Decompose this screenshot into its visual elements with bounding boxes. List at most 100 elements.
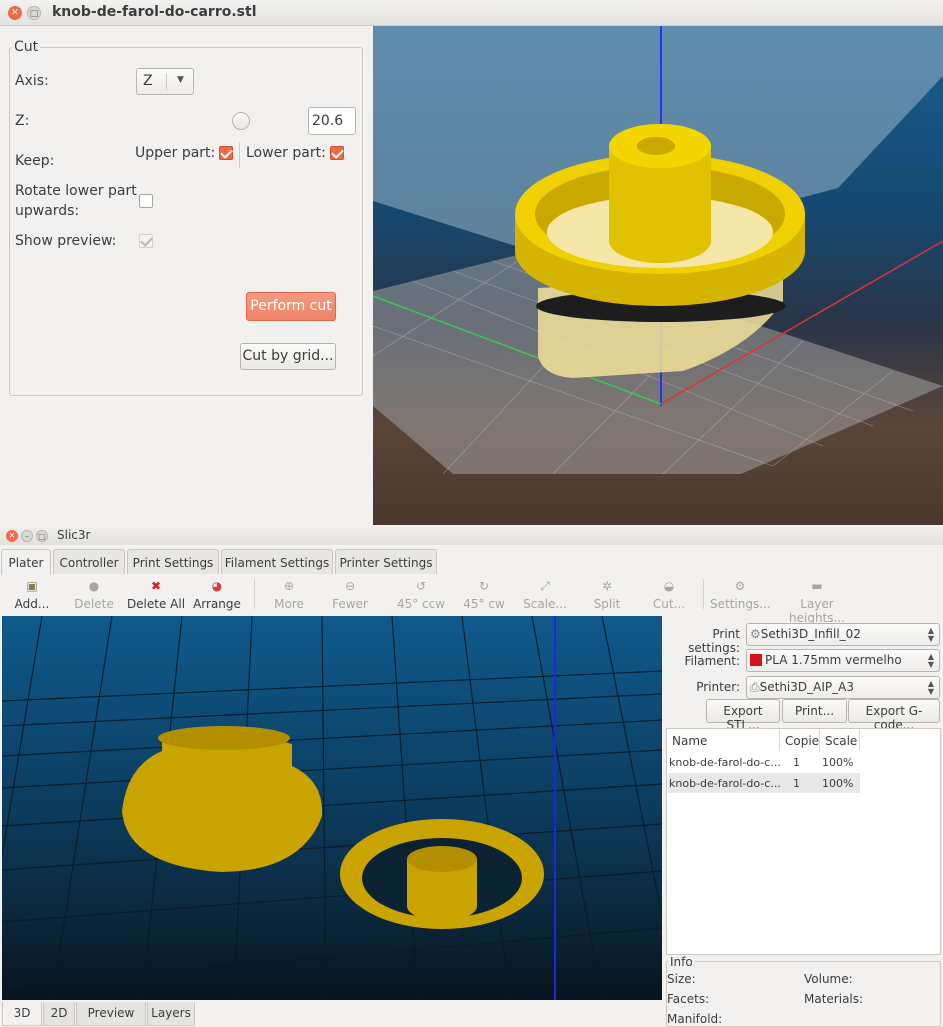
- plater-3d-view[interactable]: [2, 616, 662, 1000]
- filament-select[interactable]: PLA 1.75mm vermelho ▲ ▼: [746, 649, 940, 672]
- cut-icon: ◒: [663, 579, 675, 593]
- view-tab-3d[interactable]: 3D: [2, 1002, 42, 1026]
- axis-label: Axis:: [15, 73, 49, 89]
- cut-group-title: Cut: [12, 39, 41, 55]
- filament-color-swatch: [750, 654, 762, 666]
- z-value-input[interactable]: 20.6: [308, 107, 356, 135]
- view-tab-2d[interactable]: 2D: [43, 1002, 75, 1026]
- rotate-ccw-button[interactable]: ↺ 45° ccw: [394, 575, 448, 611]
- printer-icon: ⎙: [750, 680, 760, 694]
- settings-label: Settings...: [710, 597, 771, 611]
- lower-part-top: [158, 726, 290, 750]
- delete-all-button[interactable]: ✖ Delete All: [126, 575, 186, 611]
- split-icon: ✲: [601, 579, 613, 593]
- cut-by-grid-button[interactable]: Cut by grid...: [240, 343, 336, 370]
- lower-part-label: Lower part:: [246, 145, 326, 161]
- info-materials-label: Materials:: [804, 992, 864, 1006]
- maximize-icon[interactable]: □: [36, 530, 48, 542]
- info-title: Info: [668, 955, 695, 969]
- row-1-name[interactable]: knob-de-farol-do-c...: [669, 756, 781, 769]
- column-header-copies[interactable]: Copie: [780, 729, 820, 751]
- axis-select[interactable]: Z ▼: [136, 68, 194, 95]
- rotate-cw-button[interactable]: ↻ 45° cw: [459, 575, 509, 611]
- toolbar-separator: [254, 579, 255, 609]
- spin-arrows-icon: ▲ ▼: [927, 679, 934, 696]
- cut-3d-preview[interactable]: [373, 26, 943, 525]
- rotate-checkbox[interactable]: [139, 194, 153, 208]
- row-2-name[interactable]: knob-de-farol-do-c...: [669, 777, 781, 790]
- row-2-copies[interactable]: 1: [793, 777, 800, 790]
- plater-grid: [2, 616, 662, 1000]
- upper-part-label: Upper part:: [135, 145, 216, 161]
- add-label: Add...: [14, 597, 50, 611]
- delete-icon: ●: [88, 579, 100, 593]
- chevron-down-icon: ▼: [177, 75, 184, 85]
- info-size-label: Size:: [667, 972, 696, 986]
- add-icon: ▣: [26, 579, 38, 593]
- show-preview-label: Show preview:: [15, 233, 117, 249]
- layer-heights-button[interactable]: ▬ Layer heights...: [774, 575, 860, 625]
- export-gcode-button[interactable]: Export G-code...: [848, 699, 940, 732]
- cut-window-titlebar: ✕ □ knob-de-farol-do-carro.stl: [0, 0, 943, 26]
- show-preview-checkbox[interactable]: [139, 234, 153, 248]
- filament-value: PLA 1.75mm vermelho: [765, 653, 902, 667]
- divider: [239, 142, 240, 168]
- settings-button[interactable]: ⚙ Settings...: [710, 575, 771, 611]
- row-1-scale[interactable]: 100%: [822, 756, 853, 769]
- scale-button[interactable]: ⤢ Scale...: [521, 575, 569, 611]
- cut-button[interactable]: ◒ Cut...: [647, 575, 691, 611]
- layers-icon: ▬: [811, 579, 823, 593]
- close-icon[interactable]: ✕: [6, 530, 18, 542]
- maximize-icon[interactable]: □: [27, 6, 41, 20]
- tab-filament-settings[interactable]: Filament Settings: [221, 549, 333, 574]
- toolbar-separator: [703, 579, 704, 609]
- z-slider[interactable]: [232, 112, 250, 130]
- delete-button[interactable]: ● Delete: [70, 575, 118, 611]
- perform-cut-button[interactable]: Perform cut: [246, 292, 336, 321]
- column-header-name[interactable]: Name: [667, 729, 780, 751]
- more-label: More: [274, 597, 304, 611]
- plater-scene: [2, 616, 662, 1000]
- settings-icon: ⚙: [734, 579, 746, 593]
- print-settings-select[interactable]: ⚙Sethi3D_Infill_02 ▲ ▼: [746, 623, 940, 646]
- print-settings-label: Print settings:: [688, 627, 740, 655]
- slic3r-titlebar: ✕ – □ Slic3r: [0, 527, 943, 545]
- add-button[interactable]: ▣ Add...: [8, 575, 56, 611]
- view-tab-layers[interactable]: Layers: [147, 1002, 195, 1026]
- row-1-copies[interactable]: 1: [793, 756, 800, 769]
- tab-print-settings[interactable]: Print Settings: [127, 549, 219, 574]
- upper-shaft-top: [407, 846, 477, 872]
- arrange-button[interactable]: ◕ Arrange: [191, 575, 243, 611]
- fewer-icon: ⊖: [344, 579, 356, 593]
- scale-icon: ⤢: [540, 579, 550, 593]
- fewer-button[interactable]: ⊖ Fewer: [325, 575, 375, 611]
- column-header-scale[interactable]: Scale: [820, 729, 860, 751]
- upper-part-checkbox[interactable]: [219, 146, 233, 160]
- export-stl-button[interactable]: Export STL...: [706, 699, 780, 732]
- rotate-cw-icon: ↻: [478, 579, 490, 593]
- split-button[interactable]: ✲ Split: [585, 575, 629, 611]
- tab-printer-settings[interactable]: Printer Settings: [335, 549, 437, 574]
- combo-separator: [166, 73, 167, 90]
- printer-select[interactable]: ⎙Sethi3D_AIP_A3 ▲ ▼: [746, 676, 940, 699]
- print-button[interactable]: Print...: [782, 699, 847, 723]
- object-list[interactable]: Name Copie Scale knob-de-farol-do-c... 1…: [666, 728, 941, 955]
- info-volume-label: Volume:: [804, 972, 853, 986]
- minimize-icon[interactable]: –: [21, 530, 33, 542]
- close-icon[interactable]: ✕: [8, 6, 22, 20]
- rotate-ccw-label: 45° ccw: [396, 597, 446, 611]
- delete-label: Delete: [74, 597, 114, 611]
- print-settings-value: Sethi3D_Infill_02: [760, 627, 861, 641]
- plater-toolbar: ▣ Add... ● Delete ✖ Delete All ◕ Arrange ⊕ Mo…: [0, 575, 943, 625]
- rotate-ccw-icon: ↺: [415, 579, 427, 593]
- gear-icon: ⚙: [750, 627, 761, 641]
- tab-plater[interactable]: Plater: [1, 549, 51, 575]
- row-2-scale[interactable]: 100%: [822, 777, 853, 790]
- tab-controller[interactable]: Controller: [53, 549, 125, 574]
- z-label: Z:: [15, 113, 30, 129]
- lower-part-checkbox[interactable]: [330, 146, 344, 160]
- window-title: knob-de-farol-do-carro.stl: [52, 4, 257, 20]
- view-tab-preview[interactable]: Preview: [76, 1002, 146, 1026]
- keep-label: Keep:: [15, 153, 55, 169]
- more-button[interactable]: ⊕ More: [264, 575, 314, 611]
